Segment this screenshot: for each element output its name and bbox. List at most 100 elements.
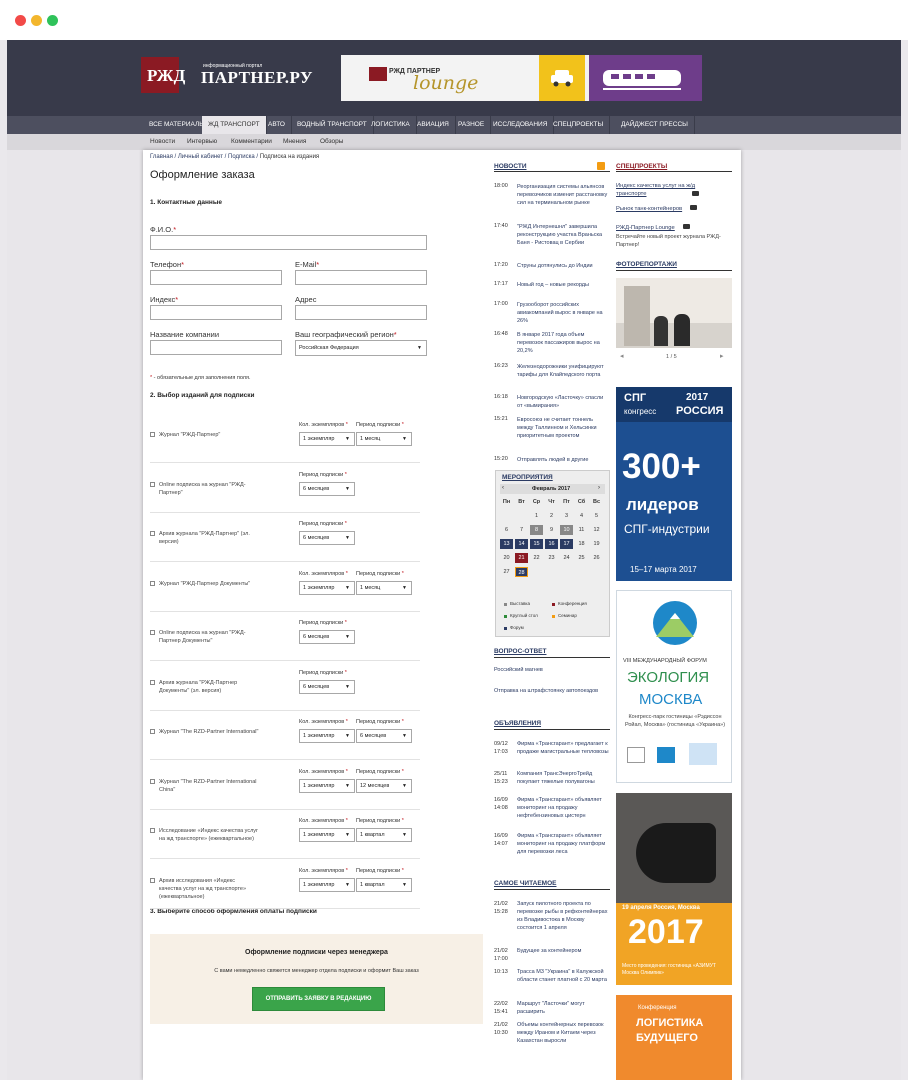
nav-item-special[interactable]: СПЕЦПРОЕКТЫ [547,116,611,134]
nav-item-research[interactable]: ИССЛЕДОВАНИЯ [487,116,555,134]
breadcrumb-home[interactable]: Главная [150,154,173,160]
most-read-item[interactable]: Будущее за контейнером [517,947,609,955]
subscription-checkbox[interactable] [150,531,155,536]
most-read-item[interactable]: Запуск пилотного проекта по перевозке ры… [517,900,609,932]
calendar-day[interactable]: 12 [590,525,603,535]
email-input[interactable] [295,270,427,285]
photo-heading[interactable]: ФОТОРЕПОРТАЖИ [616,261,677,268]
calendar-day[interactable]: 27 [500,567,513,577]
rss-icon[interactable] [597,162,605,170]
news-item[interactable]: Реорганизация системы альянсов перевозчи… [517,183,609,207]
nav-item-logistics[interactable]: ЛОГИСТИКА [365,116,417,134]
most-read-item[interactable]: Трасса М3 "Украина" в Калужской области … [517,968,609,984]
calendar-day[interactable]: 4 [575,511,588,521]
period-select[interactable]: 6 месяцев ▼ [356,729,412,743]
calendar-day[interactable]: 18 [575,539,588,549]
period-select[interactable]: 12 месяцев ▼ [356,778,412,793]
qty-select[interactable]: 1 экземпляр ▼ [299,828,355,842]
calendar-next-icon[interactable]: › [598,485,600,491]
news-item[interactable]: Грузооборот российских авиакомпаний выро… [517,301,609,325]
calendar-day[interactable]: 13 [500,539,513,549]
qty-select[interactable]: 1 экземпляр ▼ [299,432,355,446]
period-select[interactable]: 6 месяцев ▼ [299,531,355,545]
photo-next-icon[interactable]: ▸ [720,352,724,360]
calendar-day[interactable]: 16 [545,539,558,549]
nav-item-digest[interactable]: ДАЙДЖЕСТ ПРЕССЫ [615,116,695,134]
calendar-day[interactable]: 6 [500,525,513,535]
period-select[interactable]: 1 месяц ▼ [356,432,412,446]
nav-item-misc[interactable]: РАЗНОЕ [452,116,492,134]
photo-prev-icon[interactable]: ◂ [620,352,624,360]
special-link-lounge[interactable]: РЖД-Партнер Lounge [616,224,675,232]
calendar-day[interactable]: 8 [530,525,543,535]
period-select[interactable]: 1 квартал ▼ [356,828,412,842]
site-logo[interactable]: РЖД информационный портал ПАРТНЕР.РУ [141,57,331,93]
news-item[interactable]: Железнодорожники унифицируют тарифы для … [517,363,609,379]
calendar-day[interactable]: 25 [575,553,588,563]
calendar-day[interactable]: 28 [515,567,528,577]
qa-item[interactable]: Отправка на штрафстоянку автопоездов [494,687,604,695]
calendar-day[interactable]: 11 [575,525,588,535]
events-heading[interactable]: МЕРОПРИЯТИЯ [502,474,553,481]
news-item[interactable]: Новый год – новые рекорды [517,281,609,289]
subscription-checkbox[interactable] [150,778,155,784]
news-item[interactable]: "РЖД Интернешнл" завершила реконструкцию… [517,223,609,247]
subscription-checkbox[interactable] [150,630,155,635]
news-heading[interactable]: НОВОСТИ [494,163,527,170]
subnav-opinions[interactable]: Мнения [283,134,306,150]
photo-slider[interactable]: ◂ 1 / 5 ▸ [616,278,732,366]
ad-item[interactable]: Компания ТрансЭнергоТрейд покупает тяжел… [517,770,609,786]
calendar-day[interactable]: 24 [560,553,573,563]
calendar-day[interactable]: 7 [515,525,528,535]
minimize-window-icon[interactable] [31,15,42,26]
calendar-day[interactable]: 2 [545,511,558,521]
calendar-day[interactable]: 19 [590,539,603,549]
qty-select[interactable]: 1 экземпляр ▼ [299,580,355,595]
index-input[interactable] [150,305,282,320]
news-item[interactable]: Отправлять людей в другие [517,456,609,464]
calendar-prev-icon[interactable]: ‹ [502,485,504,491]
calendar-day[interactable]: 5 [590,511,603,521]
lng-congress-ad[interactable]: СПГ 2017 конгресс РОССИЯ 300+ лидеров СП… [616,387,732,581]
phone-input[interactable] [150,270,282,285]
most-read-item[interactable]: Маршрут "Ласточки" могут расширить [517,1000,609,1016]
maximize-window-icon[interactable] [47,15,58,26]
subnav-comments[interactable]: Комментарии [231,134,272,150]
most-read-heading[interactable]: САМОЕ ЧИТАЕМОЕ [494,880,556,887]
breadcrumb-subscription[interactable]: Подписка [228,154,255,160]
subscription-checkbox[interactable] [150,580,155,586]
lounge-banner[interactable]: РЖД ПАРТНЕР lounge [341,55,702,101]
period-select[interactable]: 6 месяцев ▼ [299,679,355,694]
qa-item[interactable]: Российский магнев [494,666,586,674]
ecology-forum-ad[interactable]: VIII МЕЖДУНАРОДНЫЙ ФОРУМ ЭКОЛОГИЯ МОСКВА… [616,590,732,783]
nav-item-rail[interactable]: ЖД ТРАНСПОРТ [202,116,267,134]
nav-item-auto[interactable]: АВТО [262,116,292,134]
calendar-day[interactable]: 17 [560,539,573,549]
subnav-reviews[interactable]: Обзоры [320,134,343,150]
fio-input[interactable] [150,235,427,250]
subscription-checkbox[interactable] [150,828,155,833]
qty-select[interactable]: 1 экземпляр ▼ [299,877,355,892]
region-select[interactable]: Российская Федерация ▼ [295,340,427,356]
rail-conference-ad[interactable]: 19 апреля Россия, Москва 2017 Место пров… [616,793,732,985]
subscription-checkbox[interactable] [150,481,155,487]
nav-item-water[interactable]: ВОДНЫЙ ТРАНСПОРТ [291,116,374,134]
subscription-checkbox[interactable] [150,877,155,883]
calendar-day[interactable]: 10 [560,525,573,535]
send-request-button[interactable]: ОТПРАВИТЬ ЗАЯВКУ В РЕДАКЦИЮ [252,987,385,1011]
news-item[interactable]: Евросоюз не считает тоннель между Таллин… [517,416,609,440]
period-select[interactable]: 6 месяцев ▼ [299,630,355,644]
period-select[interactable]: 6 месяцев ▼ [299,481,355,496]
subscription-checkbox[interactable] [150,432,155,437]
close-window-icon[interactable] [15,15,26,26]
qty-select[interactable]: 1 экземпляр ▼ [299,729,355,743]
qty-select[interactable]: 1 экземпляр ▼ [299,778,355,793]
company-input[interactable] [150,340,282,355]
calendar-day[interactable]: 21 [515,553,528,563]
ad-item[interactable]: Фирма «Трансгарант» объявляет мониторинг… [517,832,609,856]
subscription-checkbox[interactable] [150,729,155,734]
calendar-day[interactable]: 3 [560,511,573,521]
subnav-interview[interactable]: Интервью [187,134,217,150]
calendar-day[interactable]: 26 [590,553,603,563]
logistics-future-ad[interactable]: Конференция ЛОГИСТИКА БУДУЩЕГО [616,995,732,1080]
